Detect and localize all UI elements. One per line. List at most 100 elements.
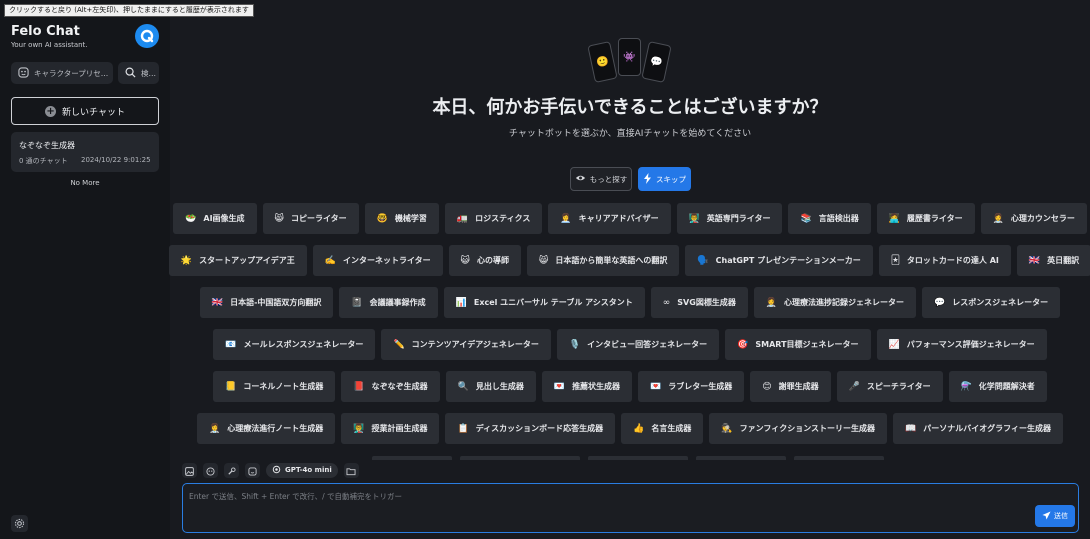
bot-emoji-icon: 👍 [633,423,645,434]
tools-button[interactable] [224,462,239,478]
bot-button[interactable]: ✏️ コンテンツアイデアジェネレーター [381,329,551,360]
bot-label: コーネルノート生成器 [243,382,324,391]
bot-button[interactable]: 😸 日本語から簡単な英語への翻訳 [527,245,680,276]
bot-button[interactable]: 🃏 タロットカードの達人 AI [878,245,1011,276]
skip-label: スキップ [656,174,686,184]
bot-emoji-icon: 🃏 [890,255,900,266]
bot-button[interactable]: 🗣️ ChatGPT プレゼンテーションメーカー [685,245,873,276]
bot-button[interactable]: 📈 パフォーマンス評価ジェネレーター [876,329,1047,360]
bot-label: インタビュー回答ジェネレーター [587,340,708,349]
no-more-label: No More [70,179,100,187]
prompt-button[interactable] [245,461,260,480]
bot-emoji-icon: 😸 [539,255,549,266]
bot-emoji-icon: 🇬🇧 [211,297,224,308]
folder-button[interactable] [343,462,359,478]
image-upload-button[interactable] [182,462,197,478]
bot-button[interactable]: 💬 レスポンスジェネレーター [922,287,1061,318]
bot-button[interactable]: 🎤 スピーチライター [836,371,943,402]
bot-button[interactable]: 💌 ラブレター生成器 [638,371,745,402]
bot-button[interactable]: 👩‍⚕️ 心理療法進行ノート生成器 [197,413,336,444]
bot-row-partial [372,456,452,460]
bot-label: 心の導師 [477,256,510,265]
send-label: 送信 [1054,512,1068,520]
bot-button[interactable]: 📋 ディスカッションボード応答生成器 [445,413,616,444]
bot-label: 化学問題解決者 [978,382,1035,391]
search-icon [125,67,136,80]
bot-button[interactable]: 🤓 機械学習 [364,203,439,234]
character-button[interactable] [203,462,218,478]
bot-label: パフォーマンス評価ジェネレーター [906,340,1035,349]
bot-label: AI画像生成 [203,214,245,223]
settings-button[interactable] [11,515,28,532]
bot-label: 心理療法進捗記録ジェネレーター [784,298,905,307]
bot-button[interactable]: 📕 なぞなぞ生成器 [341,371,440,402]
sidebar-search-button[interactable]: 検… [118,62,159,84]
bot-button[interactable]: 😸 コピーライター [262,203,359,234]
bot-button[interactable]: 🇬🇧 日本語-中国語双方向翻訳 [199,287,334,318]
bot-emoji-icon: 👨‍🏫 [688,213,700,224]
bot-emoji-icon: 🗣️ [697,255,709,266]
bot-button[interactable]: ✍️ インターネットライター [312,245,443,276]
skip-button[interactable]: スキップ [638,167,691,191]
bot-button[interactable]: 👍 名言生成器 [621,413,704,444]
new-chat-button[interactable]: + 新しいチャット [11,97,159,125]
bot-row: 🥗 AI画像生成 😸 コピーライター 🤓 機械学習 🚛 ロジスティクス 👩‍💼 キャリアアドバイザ… [170,203,1090,234]
bot-emoji-icon: 📋 [457,423,469,434]
history-item[interactable]: なぞなぞ生成器 0 通のチャット 2024/10/22 9:01:25 [11,132,159,172]
bot-button[interactable]: 📊 Excel ユニバーサル テーブル アシスタント [443,287,645,318]
bot-button[interactable]: 📒 コーネルノート生成器 [213,371,336,402]
bot-button[interactable]: 👨‍🏫 授業計画生成器 [341,413,440,444]
bot-button[interactable]: 😺 心の導師 [448,245,522,276]
character-preset-button[interactable]: キャラクタープリセ… [11,62,113,84]
bot-button[interactable]: 🎙️ インタビュー回答ジェネレーター [556,329,720,360]
bot-button[interactable]: 📓 会議議事録作成 [339,287,438,318]
bot-button[interactable]: 📖 パーソナルバイオグラフィー生成器 [893,413,1063,444]
bot-emoji-icon: 💬 [934,297,946,308]
openai-icon [272,465,281,476]
bot-label: ChatGPT プレゼンテーションメーカー [715,256,861,265]
bot-emoji-icon: 📊 [455,297,467,308]
bot-button[interactable]: 👨‍🏫 英語専門ライター [676,203,783,234]
bot-label: スピーチライター [866,382,931,391]
bot-emoji-icon: ∞ [662,297,671,308]
bot-button[interactable]: 🇬🇧 英日翻訳 [1016,245,1090,276]
model-selector[interactable]: GPT-4o mini [266,462,338,478]
bot-label: パーソナルバイオグラフィー生成器 [923,424,1051,433]
bot-button[interactable]: 🕵️ ファンフィクションストーリー生成器 [709,413,888,444]
bot-label: 英語専門ライター [706,214,771,223]
search-label: 検… [141,68,156,78]
bot-button[interactable]: ∞ SVG図標生成器 [650,287,748,318]
page-subtitle: チャットボットを選ぶか、直接AIチャットを始めてください [508,129,752,139]
bot-button[interactable]: 🧑‍💻 履歴書ライター [876,203,975,234]
bot-button[interactable]: 🥗 AI画像生成 [173,203,257,234]
bot-button[interactable]: 👩‍💼 キャリアアドバイザー [548,203,671,234]
bot-label: 機械学習 [394,214,427,223]
bot-button[interactable]: 🔍 見出し生成器 [445,371,536,402]
send-button[interactable]: 送信 [1035,505,1075,527]
hero-cards: 🙂 👾 💬 [587,38,672,84]
bot-button[interactable]: 📚 言語検出器 [788,203,871,234]
bot-button[interactable]: 👩‍⚕️ 心理療法進捗記録ジェネレーター [753,287,917,318]
bot-button[interactable]: ⚗️ 化学問題解決者 [948,371,1047,402]
bot-button[interactable]: 🌟 スタートアップアイデア王 [168,245,307,276]
bot-button[interactable]: 😊 謝罪生成器 [750,371,831,402]
bot-button[interactable]: 🎯 SMART目標ジェネレーター [725,329,871,360]
chat-emoji-card: 💬 [641,41,672,83]
bot-emoji-icon: 🔍 [457,381,469,392]
explore-more-button[interactable]: もっと探す [570,167,632,191]
bot-emoji-icon: 🚛 [456,213,469,224]
bot-label: 履歴書ライター [906,214,963,223]
bot-button[interactable]: 🚛 ロジスティクス [444,203,543,234]
bot-button[interactable]: 💌 推薦状生成器 [541,371,633,402]
bot-emoji-icon: 🎤 [848,381,860,392]
bot-label: ファンフィクションストーリー生成器 [739,424,876,433]
bot-label: 心理療法進行ノート生成器 [227,424,324,433]
bot-row: 🌟 スタートアップアイデア王 ✍️ インターネットライター 😺 心の導師 😸 日本語から簡単な… [168,245,1090,276]
bot-label: 言語検出器 [818,214,859,223]
felo-logo-icon[interactable] [135,24,159,48]
chat-input[interactable] [189,489,1009,503]
bot-label: SVG図標生成器 [677,298,736,307]
bot-button[interactable]: 📧 メールレスポンスジェネレーター [213,329,376,360]
bot-button[interactable]: 👩‍⚕️ 心理カウンセラー [980,203,1087,234]
face-icon [248,461,257,480]
